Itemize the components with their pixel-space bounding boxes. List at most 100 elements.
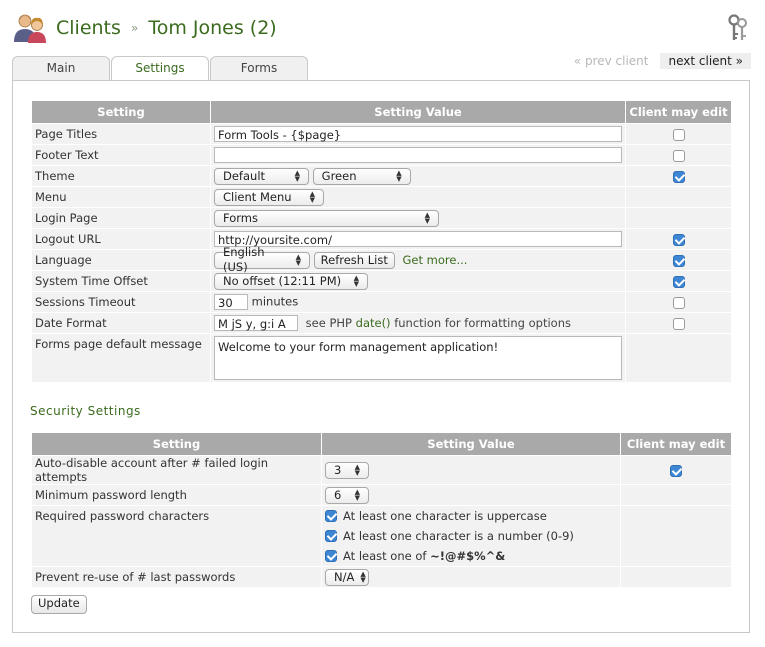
footer-text-edit-checkbox[interactable] [672, 149, 685, 162]
auto-disable-edit-checkbox[interactable] [670, 464, 682, 477]
date-format-input[interactable]: M jS y, g:i A [214, 315, 298, 331]
min-length-select-value: 6 [334, 487, 342, 502]
tab-settings[interactable]: Settings [111, 56, 209, 81]
date-format-help: see PHP date() function for formatting o… [306, 316, 571, 330]
language-select[interactable]: English (US) ▲ ▼ [214, 245, 310, 274]
select-arrows-icon: ▲ ▼ [309, 190, 315, 204]
breadcrumb-separator: » [130, 21, 139, 35]
client-pager: « prev client next client » [570, 53, 751, 69]
help-suffix: function for formatting options [394, 315, 571, 330]
help-prefix: see PHP [305, 315, 352, 330]
row-label: Minimum password length [31, 484, 322, 506]
row-label: Theme [31, 165, 211, 187]
prev-client-link[interactable]: « prev client [570, 53, 653, 69]
column-header-edit: Client may edit [620, 432, 732, 456]
get-more-link[interactable]: Get more... [403, 253, 468, 267]
security-table: Setting Setting Value Client may edit Au… [31, 432, 732, 588]
time-offset-select[interactable]: No offset (12:11 PM) ▲ ▼ [214, 272, 368, 290]
select-arrows-icon: ▲ ▼ [294, 169, 300, 183]
row-label: Prevent re-use of # last passwords [31, 566, 322, 588]
time-offset-select-value: No offset (12:11 PM) [223, 273, 342, 288]
table-row: System Time Offset No offset (12:11 PM) ▲… [31, 270, 732, 292]
row-label: Date Format [31, 312, 211, 334]
row-label: Required password characters [31, 505, 322, 567]
select-arrows-icon: ▲ ▼ [354, 463, 360, 477]
select-arrows-icon: ▲ ▼ [424, 211, 430, 225]
table-row: Logout URL http://yoursite.com/ [31, 228, 732, 250]
table-row: Sessions Timeout 30 minutes [31, 291, 732, 313]
column-header-value: Setting Value [321, 432, 621, 456]
row-label: Logout URL [31, 228, 211, 250]
table-row: Prevent re-use of # last passwords N/A ▲ ▼ [31, 566, 732, 588]
tab-forms[interactable]: Forms [210, 56, 308, 80]
sessions-timeout-edit-checkbox[interactable] [672, 296, 685, 309]
time-offset-edit-checkbox[interactable] [672, 275, 685, 288]
refresh-list-button[interactable]: Refresh List [313, 251, 395, 269]
login-page-select[interactable]: Forms ▲ ▼ [214, 209, 439, 227]
table-header-row: Setting Setting Value Client may edit [31, 100, 732, 124]
logout-url-edit-checkbox[interactable] [672, 233, 685, 246]
min-length-select[interactable]: 6 ▲ ▼ [325, 486, 369, 504]
next-client-link[interactable]: next client » [660, 53, 751, 69]
table-row: Language English (US) ▲ ▼ Refresh List Get… [31, 245, 732, 274]
sessions-timeout-input[interactable]: 30 [214, 294, 248, 310]
row-label: Forms page default message [31, 333, 211, 383]
swatch-select[interactable]: Green ▲ ▼ [312, 167, 411, 185]
theme-edit-checkbox[interactable] [672, 170, 685, 183]
page-header: Clients » Tom Jones (2) [12, 10, 277, 46]
swatch-select-value: Green [321, 168, 357, 183]
language-edit-checkbox[interactable] [672, 254, 685, 267]
sessions-timeout-unit: minutes [251, 294, 299, 309]
row-label: Sessions Timeout [31, 291, 211, 313]
uppercase-checkbox[interactable] [325, 510, 337, 522]
uppercase-label: At least one character is uppercase [343, 509, 547, 523]
table-header-row: Setting Setting Value Client may edit [31, 432, 732, 456]
table-row: Auto-disable account after # failed logi… [31, 455, 732, 485]
page-titles-edit-checkbox[interactable] [672, 128, 685, 141]
row-label: Auto-disable account after # failed logi… [31, 455, 322, 485]
date-format-edit-checkbox[interactable] [672, 317, 685, 330]
table-row: Date Format M jS y, g:i A see PHP date()… [31, 312, 732, 334]
row-label: Footer Text [31, 144, 211, 166]
number-checkbox[interactable] [325, 530, 337, 542]
page-titles-input[interactable]: Form Tools - {$page} [214, 126, 622, 142]
table-row: Footer Text [31, 144, 732, 166]
prevent-reuse-select[interactable]: N/A ▲ ▼ [325, 568, 369, 586]
settings-table: Setting Setting Value Client may edit Pa… [31, 100, 732, 383]
select-arrows-icon: ▲ ▼ [360, 570, 366, 584]
clients-icon [12, 12, 48, 44]
section-link[interactable]: Clients [56, 17, 121, 39]
special-char-list: ~!@#$%^& [430, 549, 506, 563]
footer-text-input[interactable] [214, 147, 622, 163]
number-label: At least one character is a number (0-9) [343, 529, 574, 543]
required-char-option: At least one character is uppercase [325, 506, 617, 526]
keys-icon[interactable] [727, 14, 749, 42]
table-row: Login Page Forms ▲ ▼ [31, 207, 732, 229]
row-label: Page Titles [31, 123, 211, 145]
prevent-reuse-select-value: N/A [334, 569, 355, 584]
table-row: Required password characters At least on… [31, 505, 732, 567]
table-row: Menu Client Menu ▲ ▼ [31, 186, 732, 208]
special-char-label-prefix: At least one of [343, 549, 427, 563]
auto-disable-select[interactable]: 3 ▲ ▼ [325, 461, 369, 479]
select-arrows-icon: ▲ ▼ [353, 274, 359, 288]
column-header-edit: Client may edit [625, 100, 732, 124]
tab-main[interactable]: Main [12, 56, 110, 80]
row-label: Menu [31, 186, 211, 208]
special-char-label: At least one of ~!@#$%^& [343, 549, 505, 563]
required-char-option: At least one of ~!@#$%^& [325, 546, 617, 566]
update-button[interactable]: Update [31, 595, 87, 614]
php-date-link[interactable]: date() [356, 316, 391, 330]
select-arrows-icon: ▲ ▼ [354, 488, 360, 502]
menu-select-value: Client Menu [223, 189, 292, 204]
table-row: Theme Default ▲ ▼ Green ▲ ▼ [31, 165, 732, 187]
column-header-setting: Setting [31, 432, 322, 456]
theme-select[interactable]: Default ▲ ▼ [214, 167, 309, 185]
theme-select-value: Default [223, 168, 266, 183]
select-arrows-icon: ▲ ▼ [295, 253, 301, 267]
column-header-setting: Setting [31, 100, 211, 124]
table-row: Page Titles Form Tools - {$page} [31, 123, 732, 145]
special-char-checkbox[interactable] [325, 550, 337, 562]
forms-message-textarea[interactable]: Welcome to your form management applicat… [214, 336, 622, 380]
menu-select[interactable]: Client Menu ▲ ▼ [214, 188, 324, 206]
